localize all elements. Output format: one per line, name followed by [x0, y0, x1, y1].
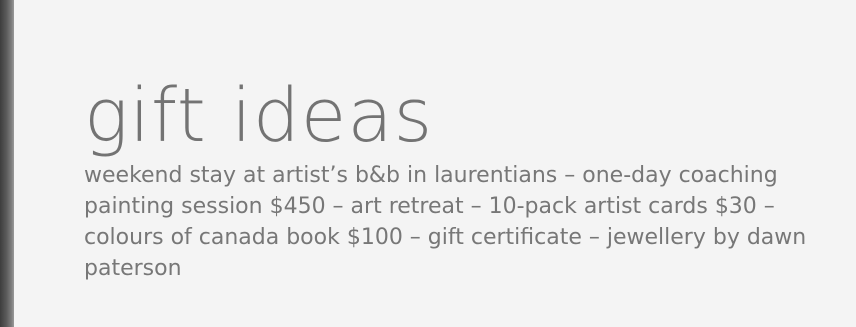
left-edge-strip [0, 0, 14, 327]
page-title: gift ideas [84, 73, 434, 159]
gift-ideas-section: gift ideas weekend stay at artist’s b&b … [84, 72, 834, 284]
gift-ideas-description: weekend stay at artist’s b&b in laurenti… [84, 163, 807, 281]
